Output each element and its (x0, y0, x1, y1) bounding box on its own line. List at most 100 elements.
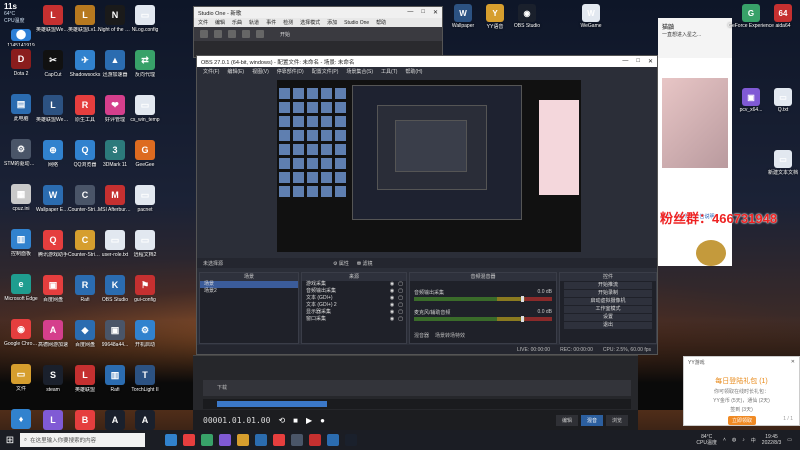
taskbar-app-icon[interactable] (273, 434, 285, 446)
taskbar-app-icon[interactable] (183, 434, 195, 446)
lock-icon[interactable]: ▢ (398, 316, 403, 323)
desktop-icon[interactable]: ▭ NLog.config (128, 2, 162, 47)
desktop-icon[interactable]: ▥ Rafi (98, 362, 132, 407)
toolbar-start-label[interactable]: 开始 (280, 31, 290, 38)
scene-item[interactable]: 场景 (200, 281, 298, 288)
desktop-icon[interactable]: ⊕ 网络 (36, 137, 70, 182)
desktop-icon[interactable]: ▦ cpuz.ini (4, 181, 38, 226)
split-tool-icon[interactable] (228, 30, 236, 38)
lock-icon[interactable]: ▢ (398, 309, 403, 316)
menu-item[interactable]: 编辑(E) (227, 68, 244, 75)
desktop-icon[interactable]: G GeForce Experience (728, 4, 774, 29)
studio-one-titlebar[interactable]: Studio One - 新歌 — □ ✕ (194, 7, 442, 18)
eye-icon[interactable]: ◉ (390, 316, 394, 323)
scene-item[interactable]: 场景2 (200, 288, 298, 295)
maximize-icon[interactable]: □ (636, 58, 640, 65)
volume-slider[interactable] (521, 296, 525, 302)
arrow-tool-icon[interactable] (200, 30, 208, 38)
desktop-icon[interactable]: ▥ 控制面板 (4, 226, 38, 271)
input-language[interactable]: 中 (751, 437, 756, 444)
windows-start-icon[interactable]: ⊞ (0, 430, 20, 450)
control-button[interactable]: 退出 (564, 322, 652, 329)
desktop-icon[interactable]: ◆ 百度网盘 (68, 317, 102, 362)
taskbar-app-icon[interactable] (291, 434, 303, 446)
source-item[interactable]: 文本 (GDI+) 2 ◉ ▢ (302, 302, 406, 309)
desktop-icon[interactable]: ▭ 文件 (4, 361, 38, 406)
desktop-icon[interactable]: ◉ OBS Studio (510, 4, 544, 29)
desktop-icon[interactable]: ▤ 此电脑 (4, 91, 38, 136)
desktop-icon[interactable]: ⚑ gui-config (128, 272, 162, 317)
desktop-icon[interactable]: N Night of the Dead (98, 2, 132, 47)
audio-clip[interactable] (217, 401, 327, 407)
clock[interactable]: 19:45 2022/8/3 (762, 434, 781, 446)
filters-button[interactable]: ⛃ 滤镜 (357, 260, 373, 267)
desktop-icon[interactable]: W Wallpaper (446, 4, 480, 29)
source-item[interactable]: 游戏采集 ◉ ▢ (302, 281, 406, 288)
taskbar-app-icon[interactable] (237, 434, 249, 446)
desktop-icon[interactable]: ▲ 迅游加速器 (98, 47, 132, 92)
desktop-icon[interactable]: ⚙ STM的驱动更新 (4, 136, 38, 181)
paint-tool-icon[interactable] (256, 30, 264, 38)
volume-icon[interactable]: ♪ (742, 437, 745, 443)
eye-icon[interactable]: ◉ (390, 288, 394, 295)
taskbar-app-icon[interactable] (309, 434, 321, 446)
desktop-icon[interactable]: C Counter-Strike Global Off (68, 182, 102, 227)
desktop-icon[interactable]: L 英雄联盟 (68, 362, 102, 407)
maximize-icon[interactable]: □ (421, 9, 425, 16)
lock-icon[interactable]: ▢ (398, 302, 403, 309)
tab-mix[interactable]: 混音 (580, 414, 603, 426)
network-icon[interactable]: ◍ (732, 437, 736, 443)
notification-center-icon[interactable]: ▭ (787, 437, 792, 443)
loop-icon[interactable]: ⟲ (278, 416, 285, 425)
control-button[interactable]: 启动虚拟摄像机 (564, 298, 652, 305)
control-button[interactable]: 开始录制 (564, 290, 652, 297)
menu-item[interactable]: 轨道 (249, 19, 259, 26)
eye-icon[interactable]: ◉ (390, 309, 394, 316)
obs-window[interactable]: OBS 27.0.1 (64-bit, windows) - 配置文件: 未命名… (196, 55, 658, 355)
desktop-icon[interactable]: Q 腾讯游戏助手 (36, 227, 70, 272)
desktop-icon[interactable]: ◉ Google Chrome (4, 316, 38, 361)
desktop-icon[interactable]: ✂ CapCut (36, 47, 70, 92)
taskbar-app-icon[interactable] (327, 434, 339, 446)
obs-preview[interactable] (277, 80, 581, 252)
range-tool-icon[interactable] (214, 30, 222, 38)
desktop-icon[interactable]: 3 3DMark 11 (98, 137, 132, 182)
desktop-icon[interactable]: ▭ 远程文档2 (128, 227, 162, 272)
menu-item[interactable]: 工具(T) (381, 68, 397, 75)
desktop-icon[interactable]: ⇄ 反向代理 (128, 47, 162, 92)
menu-item[interactable]: 文件 (198, 19, 208, 26)
desktop-icon[interactable]: L 英雄联盟WeGame版 (36, 2, 70, 47)
desktop-icon[interactable]: L 英雄联盟Lv1.13 高速版 (68, 2, 102, 47)
desktop-icon[interactable]: ▭ user-role.txt (98, 227, 132, 272)
desktop-icon[interactable]: ⬤ 1145141919 (4, 26, 38, 46)
desktop-icon[interactable]: R Rafi (68, 272, 102, 317)
properties-button[interactable]: ⚙ 属性 (333, 260, 349, 267)
desktop-icon[interactable]: G GeeGee (128, 137, 162, 182)
close-icon[interactable]: ✕ (648, 58, 653, 65)
taskbar-app-icon[interactable] (165, 434, 177, 446)
tab-transitions[interactable]: 场景转场特效 (435, 332, 465, 339)
menu-item[interactable]: Studio One (344, 20, 369, 26)
source-item[interactable]: 音频输出采集 ◉ ▢ (302, 288, 406, 295)
menu-item[interactable]: 添加 (327, 19, 337, 26)
menu-item[interactable]: 编辑 (215, 19, 225, 26)
lock-icon[interactable]: ▢ (398, 288, 403, 295)
eye-icon[interactable]: ◉ (390, 302, 394, 309)
desktop-icon[interactable]: M MSI Afterburner (98, 182, 132, 227)
menu-item[interactable]: 停靠部件(D) (277, 68, 304, 75)
source-item[interactable]: 显示器采集 ◉ ▢ (302, 309, 406, 316)
chat-panel[interactable]: 猫鼬 一直想进入星之... 大厅 - 收费限制公告说明 (658, 18, 732, 266)
desktop-icon[interactable]: Y YY语音 (478, 4, 512, 30)
menu-item[interactable]: 视图(V) (252, 68, 269, 75)
taskbar-app-icon[interactable] (219, 434, 231, 446)
desktop-icon[interactable]: ▭ cs_win_temp (128, 92, 162, 137)
taskbar-app-icon[interactable] (255, 434, 267, 446)
desktop-icon[interactable]: L 英雄联盟WeGame (36, 92, 70, 137)
record-icon[interactable]: ● (320, 416, 325, 425)
chat-photo-gallery[interactable] (662, 78, 728, 168)
play-icon[interactable]: ▶ (306, 416, 312, 425)
desktop-icon[interactable]: ▭ 新建文本文档 (766, 150, 800, 176)
control-button[interactable]: 设置 (564, 314, 652, 321)
menu-item[interactable]: 文件(F) (203, 68, 219, 75)
taskbar-app-icon[interactable] (201, 434, 213, 446)
